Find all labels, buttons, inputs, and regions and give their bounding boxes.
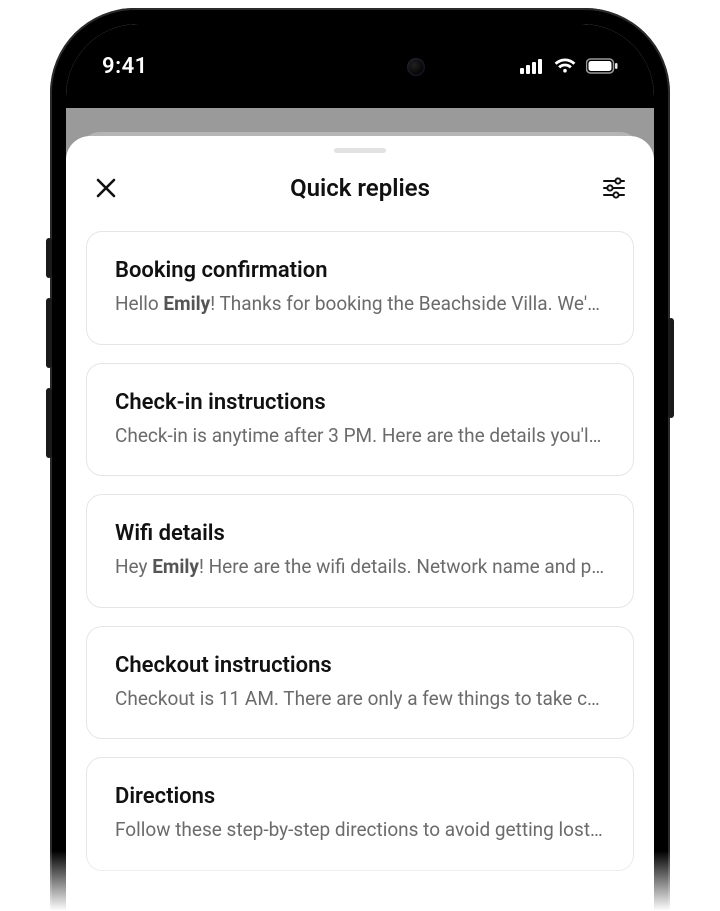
quick-reply-card[interactable]: Directions Follow these step-by-step dir…	[86, 757, 634, 871]
quick-reply-card[interactable]: Check-in instructions Check-in is anytim…	[86, 363, 634, 477]
side-button	[46, 238, 52, 278]
quick-reply-title: Directions	[115, 784, 605, 809]
quick-reply-title: Checkout instructions	[115, 653, 605, 678]
quick-reply-preview: Check-in is anytime after 3 PM. Here are…	[115, 423, 605, 450]
quick-reply-card[interactable]: Booking confirmation Hello Emily! Thanks…	[86, 231, 634, 345]
quick-reply-preview: Checkout is 11 AM. There are only a few …	[115, 686, 605, 713]
side-button	[46, 388, 52, 458]
quick-replies-sheet: Quick replies Booki	[66, 136, 654, 911]
battery-icon	[586, 58, 618, 74]
sheet-title: Quick replies	[290, 174, 430, 202]
quick-reply-card[interactable]: Wifi details Hey Emily! Here are the wif…	[86, 494, 634, 608]
settings-sliders-icon	[602, 177, 626, 199]
settings-button[interactable]	[592, 166, 636, 210]
front-camera	[407, 58, 425, 76]
side-button	[46, 298, 52, 368]
quick-reply-title: Booking confirmation	[115, 258, 605, 283]
close-icon	[95, 177, 117, 199]
quick-reply-preview: Hello Emily! Thanks for booking the Beac…	[115, 291, 605, 318]
phone-screen: 9:41	[66, 24, 654, 911]
quick-reply-preview: Hey Emily! Here are the wifi details. Ne…	[115, 554, 605, 581]
wifi-icon	[554, 58, 576, 74]
close-button[interactable]	[84, 166, 128, 210]
status-time: 9:41	[102, 54, 148, 79]
quick-reply-title: Wifi details	[115, 521, 605, 546]
cellular-icon	[520, 58, 544, 74]
quick-replies-list: Booking confirmation Hello Emily! Thanks…	[66, 223, 654, 871]
phone-frame: 9:41	[50, 8, 670, 911]
quick-reply-card[interactable]: Checkout instructions Checkout is 11 AM.…	[86, 626, 634, 740]
quick-reply-title: Check-in instructions	[115, 390, 605, 415]
sheet-header: Quick replies	[66, 153, 654, 223]
status-icons	[520, 58, 618, 74]
side-button	[668, 318, 674, 418]
quick-reply-preview: Follow these step-by-step directions to …	[115, 817, 605, 844]
